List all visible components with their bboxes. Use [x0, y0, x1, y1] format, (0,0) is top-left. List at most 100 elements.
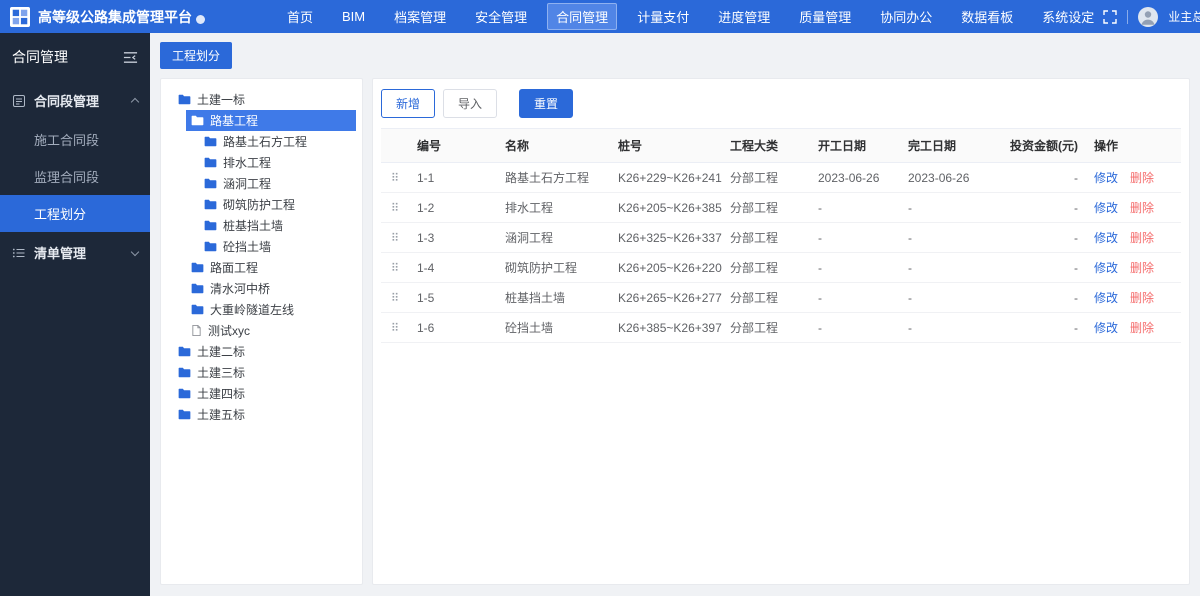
row-code: 1-5	[417, 290, 435, 305]
tree-node[interactable]: 路面工程	[186, 257, 356, 278]
tree-node[interactable]: 大重岭隧道左线	[186, 299, 356, 320]
tree-node[interactable]: 砌筑防护工程	[199, 194, 356, 215]
nav-item[interactable]: 数据看板	[952, 3, 1022, 30]
sidebar-group-label: 合同段管理	[34, 94, 100, 109]
folder-icon	[191, 304, 204, 315]
tree-node[interactable]: 涵洞工程	[199, 173, 356, 194]
edit-link[interactable]: 修改	[1094, 201, 1118, 215]
cell-start: -	[814, 222, 904, 253]
tree-node[interactable]: 路基土石方工程	[199, 131, 356, 152]
main-area: 工程划分 土建一标 路基工程 路基土石方工程 排水工程 涵洞工程 砌筑防护工程 桩基挡土墙砼…	[150, 33, 1200, 596]
edit-link[interactable]: 修改	[1094, 171, 1118, 185]
nav-item[interactable]: 计量支付	[628, 3, 698, 30]
folder-icon	[204, 136, 217, 147]
nav-item[interactable]: 首页	[278, 3, 322, 30]
cell-code: ⠿ 1-5	[381, 282, 501, 313]
sidebar-group[interactable]: 合同段管理	[0, 80, 150, 121]
sidebar-item[interactable]: 施工合同段	[0, 121, 150, 158]
tree-node-label: 土建一标	[197, 93, 246, 107]
tree-node[interactable]: 测试xyc	[186, 320, 356, 341]
tree-node[interactable]: 土建二标	[173, 341, 356, 362]
nav-item[interactable]: 档案管理	[385, 3, 455, 30]
current-user-label[interactable]: 业主总工	[1168, 8, 1200, 25]
cell-ops: 修改 删除	[1086, 222, 1181, 253]
add-button[interactable]: 新增	[381, 89, 436, 118]
drag-handle-icon[interactable]: ⠿	[391, 201, 399, 214]
app-title: 高等级公路集成管理平台	[38, 8, 192, 25]
delete-link[interactable]: 删除	[1130, 291, 1154, 305]
tree-node-label: 测试xyc	[208, 324, 251, 338]
tree-node[interactable]: 路基工程	[186, 110, 356, 131]
delete-link[interactable]: 删除	[1130, 231, 1154, 245]
sidebar-group[interactable]: 清单管理	[0, 232, 150, 273]
content: 土建一标 路基工程 路基土石方工程 排水工程 涵洞工程 砌筑防护工程 桩基挡土墙 砼挡土墙 路面…	[150, 69, 1200, 596]
cell-name: 涵洞工程	[501, 222, 614, 253]
cell-amount: -	[994, 252, 1086, 283]
cell-station: K26+265~K26+277	[614, 282, 726, 313]
top-nav: 首页 BIM 档案管理 安全管理 合同管理 计量支付 进度管理 质量管理 协同办公 数据看板 系统设…	[278, 3, 1103, 30]
delete-link[interactable]: 删除	[1130, 201, 1154, 215]
cell-code: ⠿ 1-4	[381, 252, 501, 283]
nav-item[interactable]: BIM	[333, 5, 374, 28]
edit-link[interactable]: 修改	[1094, 231, 1118, 245]
drag-handle-icon[interactable]: ⠿	[391, 171, 399, 184]
folder-icon	[204, 220, 217, 231]
division-table: 编号 名称 桩号 工程大类 开工日期 完工日期 投资金额(元) 操作 ⠿ 1-1 路基土石方工程 K…	[381, 128, 1181, 343]
sidebar-item[interactable]: 工程划分	[0, 195, 150, 232]
column-header-code: 编号	[381, 128, 501, 163]
tree-node-label: 大重岭隧道左线	[210, 303, 295, 317]
sidebar-menu: 合同段管理施工合同段 监理合同段 工程划分 清单管理	[0, 80, 150, 273]
fullscreen-icon[interactable]	[1103, 9, 1117, 24]
folder-icon	[191, 262, 204, 273]
drag-handle-icon[interactable]: ⠿	[391, 231, 399, 244]
reset-button[interactable]: 重置	[519, 89, 574, 118]
tree-node[interactable]: 排水工程	[199, 152, 356, 173]
nav-item[interactable]: 协同办公	[871, 3, 941, 30]
cell-code: ⠿ 1-6	[381, 312, 501, 343]
drag-handle-icon[interactable]: ⠿	[391, 291, 399, 304]
tree-node-label: 路面工程	[210, 261, 259, 275]
tree-node[interactable]: 土建一标	[173, 89, 356, 110]
drag-handle-icon[interactable]: ⠿	[391, 321, 399, 334]
tree-node[interactable]: 土建三标	[173, 362, 356, 383]
tree-node[interactable]: 砼挡土墙	[199, 236, 356, 257]
cell-ops: 修改 删除	[1086, 312, 1181, 343]
nav-item[interactable]: 系统设定	[1033, 3, 1103, 30]
cell-category: 分部工程	[726, 252, 814, 283]
delete-link[interactable]: 删除	[1130, 321, 1154, 335]
row-code: 1-2	[417, 200, 435, 215]
sidebar-item[interactable]: 监理合同段	[0, 158, 150, 195]
delete-link[interactable]: 删除	[1130, 171, 1154, 185]
edit-link[interactable]: 修改	[1094, 321, 1118, 335]
tab-project-division[interactable]: 工程划分	[160, 42, 233, 69]
tree-node[interactable]: 清水河中桥	[186, 278, 356, 299]
drag-handle-icon[interactable]: ⠿	[391, 261, 399, 274]
edit-link[interactable]: 修改	[1094, 291, 1118, 305]
collapse-sidebar-icon[interactable]	[123, 51, 138, 64]
edit-link[interactable]: 修改	[1094, 261, 1118, 275]
tree-node-label: 路基工程	[210, 114, 259, 128]
table-row: ⠿ 1-6 砼挡土墙 K26+385~K26+397 分部工程 - - - 修改 删除	[381, 312, 1181, 343]
cell-end: -	[904, 192, 994, 223]
file-icon	[191, 324, 202, 337]
tree-node[interactable]: 土建四标	[173, 383, 356, 404]
nav-item[interactable]: 质量管理	[790, 3, 860, 30]
nav-item[interactable]: 进度管理	[709, 3, 779, 30]
tree-node[interactable]: 桩基挡土墙	[199, 215, 356, 236]
tree-node[interactable]: 土建五标	[173, 404, 356, 425]
cell-station: K26+205~K26+385	[614, 192, 726, 223]
avatar[interactable]	[1138, 6, 1159, 27]
cell-end: 2023-06-26	[904, 162, 994, 193]
row-code: 1-1	[417, 170, 435, 185]
badge-icon	[196, 14, 205, 24]
import-button[interactable]: 导入	[443, 89, 498, 118]
divider	[1127, 9, 1129, 24]
nav-item[interactable]: 合同管理	[547, 3, 618, 30]
nav-item[interactable]: 安全管理	[466, 3, 536, 30]
cell-name: 路基土石方工程	[501, 162, 614, 193]
delete-link[interactable]: 删除	[1130, 261, 1154, 275]
row-code: 1-4	[417, 260, 435, 275]
cell-start: -	[814, 312, 904, 343]
cell-code: ⠿ 1-3	[381, 222, 501, 253]
cell-name: 砌筑防护工程	[501, 252, 614, 283]
